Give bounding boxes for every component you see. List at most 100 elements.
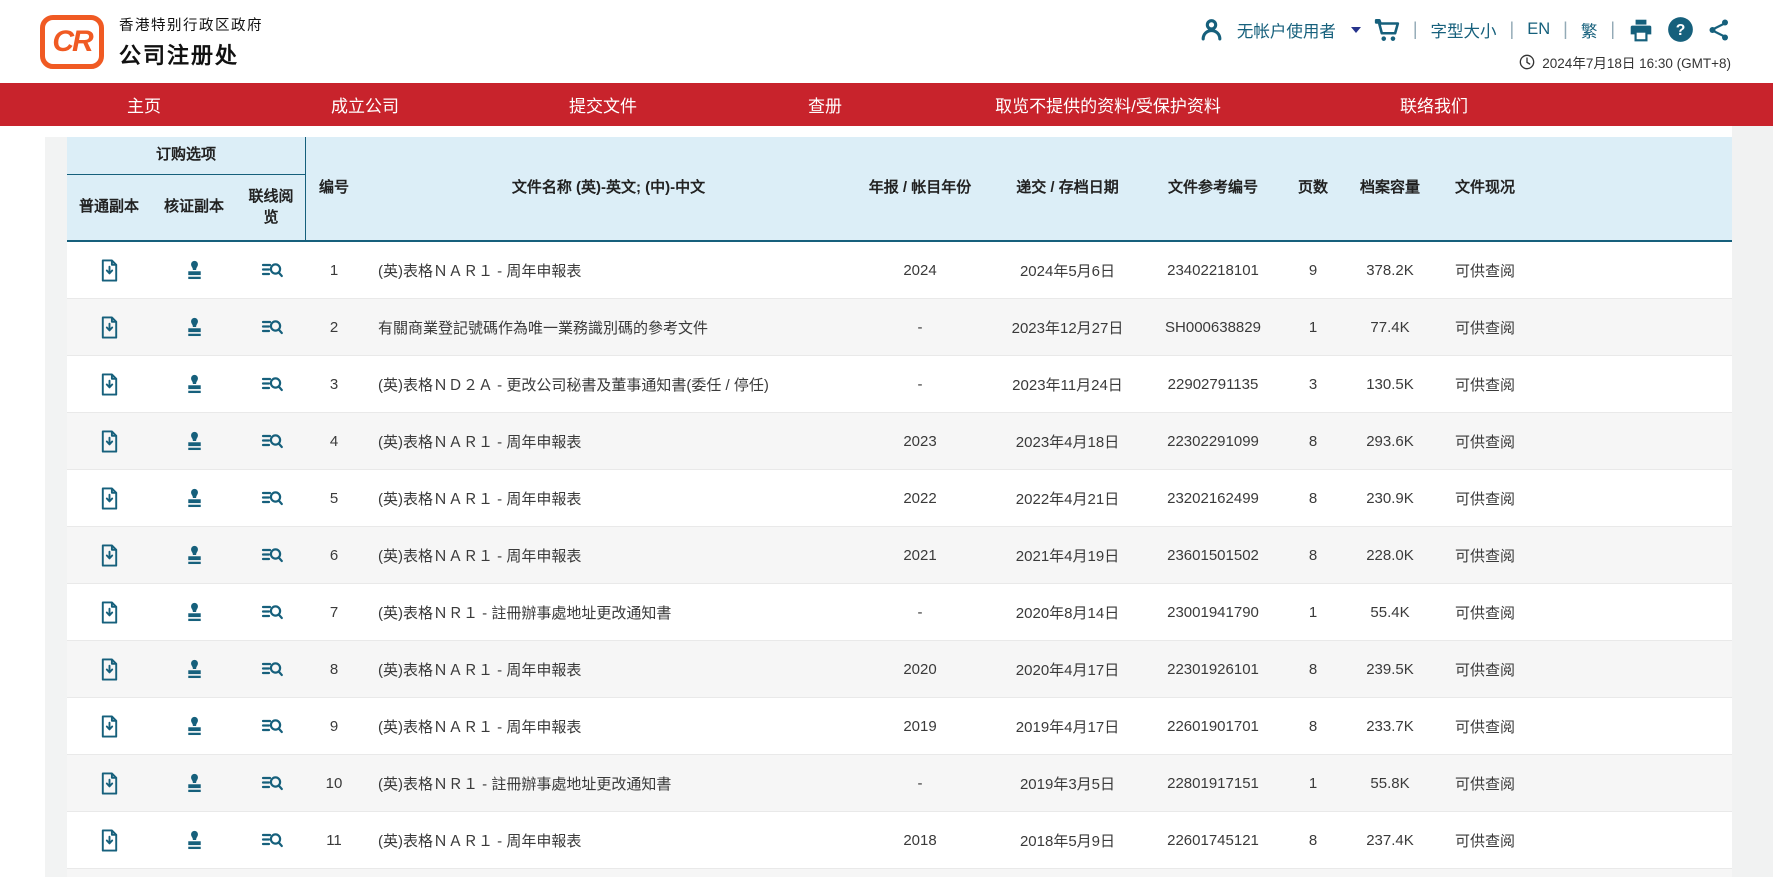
certified-copy-button[interactable] (179, 369, 210, 400)
table-row: 4 (英)表格ＮＡＲ１ - 周年申報表 2023 2023年4月18日 2230… (67, 413, 1732, 470)
certified-copy-button[interactable] (179, 312, 210, 343)
file-download-icon (98, 430, 121, 453)
lang-en-link[interactable]: EN (1527, 20, 1550, 39)
certified-copy-button[interactable] (179, 654, 210, 685)
certified-copy-button[interactable] (179, 255, 210, 286)
filing-date: 2022年4月21日 (985, 488, 1150, 509)
nav-item-home[interactable]: 主页 (127, 83, 161, 126)
filing-date: 2020年4月17日 (985, 659, 1150, 680)
filing-date: 2019年4月17日 (985, 716, 1150, 737)
online-view-button[interactable] (256, 596, 288, 628)
document-reference: 22801917151 (1150, 775, 1276, 792)
plain-copy-download-button[interactable] (94, 825, 125, 856)
help-icon[interactable]: ? (1667, 16, 1694, 43)
status-text: 可供查阅 (1430, 431, 1540, 452)
font-size-link[interactable]: 字型大小 (1431, 18, 1497, 42)
row-number: 5 (306, 490, 362, 507)
plain-copy-download-button[interactable] (94, 255, 125, 286)
online-view-button[interactable] (256, 539, 288, 571)
file-download-icon (98, 601, 121, 624)
document-name: 有關商業登記號碼作為唯一業務識別碼的參考文件 (362, 317, 855, 338)
filing-date: 2023年12月27日 (985, 317, 1150, 338)
column-header-document-name: 文件名称 (英)-英文; (中)-中文 (362, 137, 855, 240)
report-year: - (855, 775, 985, 792)
plain-copy-download-button[interactable] (94, 483, 125, 514)
file-download-icon (98, 259, 121, 282)
online-view-button[interactable] (256, 824, 288, 856)
certified-copy-button[interactable] (179, 711, 210, 742)
left-gutter (45, 137, 67, 877)
plain-copy-download-button[interactable] (94, 426, 125, 457)
table-row: 11 (英)表格ＮＡＲ１ - 周年申報表 2018 2018年5月9日 2260… (67, 812, 1732, 869)
plain-copy-download-button[interactable] (94, 369, 125, 400)
online-view-button[interactable] (256, 482, 288, 514)
stamp-icon (183, 601, 206, 624)
nav-item-filing[interactable]: 提交文件 (569, 83, 637, 126)
top-header: CR 香港特别行政区政府 公司注册处 无帐户使用者 | 字型 (0, 0, 1773, 83)
plain-copy-download-button[interactable] (94, 711, 125, 742)
certified-copy-button[interactable] (179, 540, 210, 571)
column-header-plain-copy: 普通副本 (67, 175, 151, 240)
svg-text:?: ? (1676, 22, 1686, 39)
file-download-icon (98, 658, 121, 681)
divider: | (1510, 19, 1515, 40)
chevron-down-icon[interactable] (1351, 27, 1361, 33)
lang-traditional-link[interactable]: 繁 (1581, 18, 1598, 42)
plain-copy-download-button[interactable] (94, 312, 125, 343)
share-icon[interactable] (1707, 18, 1731, 42)
nav-item-incorporation[interactable]: 成立公司 (331, 83, 399, 126)
online-view-button[interactable] (256, 767, 288, 799)
cart-icon[interactable] (1374, 17, 1400, 43)
stamp-icon (183, 715, 206, 738)
filing-date: 2020年8月14日 (985, 602, 1150, 623)
user-menu[interactable]: 无帐户使用者 (1237, 18, 1336, 42)
document-reference: 23202162499 (1150, 490, 1276, 507)
certified-copy-button[interactable] (179, 426, 210, 457)
certified-copy-button[interactable] (179, 483, 210, 514)
document-name: (英)表格ＮＤ２Ａ - 更改公司秘書及董事通知書(委任 / 停任) (362, 374, 855, 395)
status-text: 可供查阅 (1430, 830, 1540, 851)
companies-registry-page: CR 香港特别行政区政府 公司注册处 无帐户使用者 | 字型 (0, 0, 1773, 877)
online-view-button[interactable] (256, 653, 288, 685)
online-view-button[interactable] (256, 311, 288, 343)
nav-item-contact[interactable]: 联络我们 (1400, 83, 1468, 126)
table-row: 1 (英)表格ＮＡＲ１ - 周年申報表 2024 2024年5月6日 23402… (67, 242, 1732, 299)
certified-copy-button[interactable] (179, 597, 210, 628)
table-row: 3 (英)表格ＮＤ２Ａ - 更改公司秘書及董事通知書(委任 / 停任) - 20… (67, 356, 1732, 413)
status-text: 可供查阅 (1430, 716, 1540, 737)
plain-copy-download-button[interactable] (94, 540, 125, 571)
nav-item-protected-info[interactable]: 取览不提供的资料/受保护资料 (995, 83, 1221, 126)
online-view-button[interactable] (256, 710, 288, 742)
right-gutter (1732, 126, 1773, 877)
search-list-icon (260, 714, 284, 738)
filing-date: 2021年4月19日 (985, 545, 1150, 566)
nav-item-search[interactable]: 查册 (808, 83, 842, 126)
plain-copy-download-button[interactable] (94, 597, 125, 628)
column-header-pages: 页数 (1276, 137, 1350, 240)
document-reference: SH000638829 (1150, 319, 1276, 336)
report-year: - (855, 319, 985, 336)
table-header: 订购选项 普通副本 核证副本 联线阅览 编号 文件名称 (英)-英文; (中)-… (67, 137, 1732, 242)
user-icon[interactable] (1199, 17, 1224, 42)
report-year: 2019 (855, 718, 985, 735)
table-row: 8 (英)表格ＮＡＲ１ - 周年申報表 2020 2020年4月17日 2230… (67, 641, 1732, 698)
stamp-icon (183, 658, 206, 681)
table-row: 7 (英)表格ＮＲ１ - 註冊辦事處地址更改通知書 - 2020年8月14日 2… (67, 584, 1732, 641)
brand[interactable]: CR 香港特别行政区政府 公司注册处 (40, 14, 263, 70)
status-text: 可供查阅 (1430, 260, 1540, 281)
clock-icon (1519, 54, 1535, 70)
online-view-button[interactable] (256, 254, 288, 286)
stamp-icon (183, 772, 206, 795)
print-icon[interactable] (1628, 17, 1654, 43)
online-view-button[interactable] (256, 368, 288, 400)
filing-date: 2023年11月24日 (985, 374, 1150, 395)
plain-copy-download-button[interactable] (94, 654, 125, 685)
plain-copy-download-button[interactable] (94, 768, 125, 799)
utility-bar: 无帐户使用者 | 字型大小 | EN | 繁 | (1199, 16, 1731, 43)
document-reference: 22902791135 (1150, 376, 1276, 393)
certified-copy-button[interactable] (179, 768, 210, 799)
document-reference: 22301926101 (1150, 661, 1276, 678)
document-name: (英)表格ＮＡＲ１ - 周年申報表 (362, 260, 855, 281)
certified-copy-button[interactable] (179, 825, 210, 856)
online-view-button[interactable] (256, 425, 288, 457)
